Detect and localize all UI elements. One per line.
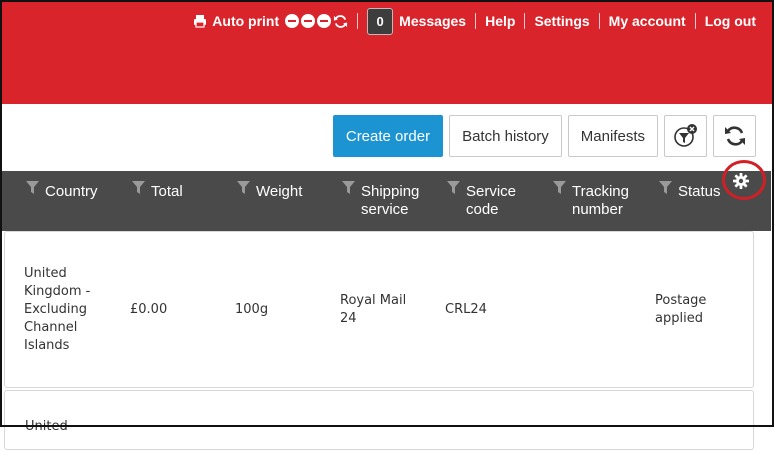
filter-icon[interactable] xyxy=(659,181,672,195)
filter-clear-icon xyxy=(673,124,697,147)
cell-service-code: CRL24 xyxy=(445,302,487,317)
column-header-weight[interactable]: Weight xyxy=(237,181,303,201)
my-account-link[interactable]: My account xyxy=(609,13,686,29)
column-label: Shipping service xyxy=(361,183,420,218)
clear-filters-button[interactable] xyxy=(664,115,707,157)
refresh-button[interactable] xyxy=(713,115,756,157)
batch-history-button[interactable]: Batch history xyxy=(449,115,562,157)
cell-shipping-service: Royal Mail 24 xyxy=(340,293,407,326)
cell-total: £0.00 xyxy=(130,302,168,317)
filter-icon[interactable] xyxy=(342,181,355,195)
cell-status: Postage applied xyxy=(655,293,707,326)
cell-country: United Kingdom - Excluding Channel Islan… xyxy=(24,266,91,353)
column-header-total[interactable]: Total xyxy=(132,181,183,201)
column-label: Tracking number xyxy=(572,183,629,218)
nav-divider xyxy=(357,13,359,29)
filter-icon[interactable] xyxy=(553,181,566,195)
filter-icon[interactable] xyxy=(237,181,250,195)
column-label: Status xyxy=(678,183,721,200)
messages-link[interactable]: Messages xyxy=(399,13,466,29)
column-label: Service code xyxy=(466,183,517,218)
log-out-link[interactable]: Log out xyxy=(705,13,756,29)
nav-divider xyxy=(694,13,696,29)
column-label: Country xyxy=(45,183,98,200)
messages-count-badge[interactable]: 0 xyxy=(367,7,394,35)
nav-divider xyxy=(598,13,600,29)
column-header-status[interactable]: Status xyxy=(659,181,721,201)
autoprint-decrease-icon[interactable] xyxy=(285,14,300,28)
column-label: Total xyxy=(151,183,183,200)
column-header-country[interactable]: Country xyxy=(26,181,98,201)
gear-icon[interactable] xyxy=(733,173,749,189)
printer-icon xyxy=(194,15,207,28)
cell-weight: 100g xyxy=(235,302,269,317)
table-row[interactable]: United xyxy=(4,390,754,450)
orders-table-header: Country Total Weight Shipping service Se… xyxy=(0,160,771,231)
manifests-button[interactable]: Manifests xyxy=(567,115,658,157)
autoprint-pause-icon[interactable] xyxy=(301,14,316,28)
refresh-icon xyxy=(724,126,745,146)
column-header-service-code[interactable]: Service code xyxy=(447,181,517,219)
column-header-tracking-number[interactable]: Tracking number xyxy=(553,181,629,219)
filter-icon[interactable] xyxy=(132,181,145,195)
autoprint-stop-icon[interactable] xyxy=(317,14,332,28)
autoprint-label: Auto print xyxy=(212,13,280,29)
nav-divider xyxy=(475,13,477,29)
table-row[interactable]: United Kingdom - Excluding Channel Islan… xyxy=(4,231,754,388)
filter-icon[interactable] xyxy=(26,181,39,195)
help-link[interactable]: Help xyxy=(485,13,515,29)
create-order-button[interactable]: Create order xyxy=(332,115,444,157)
top-navigation: Auto print 0 Messages Help Settings My a… xyxy=(193,7,756,35)
column-header-shipping-service[interactable]: Shipping service xyxy=(342,181,420,219)
column-label: Weight xyxy=(256,183,303,200)
settings-link[interactable]: Settings xyxy=(534,13,589,29)
filter-icon[interactable] xyxy=(447,181,460,195)
site-header: Auto print 0 Messages Help Settings My a… xyxy=(0,0,774,104)
nav-divider xyxy=(524,13,526,29)
order-toolbar: Create order Batch history Manifests xyxy=(332,115,756,157)
autoprint-control[interactable]: Auto print xyxy=(193,13,348,29)
autoprint-refresh-icon[interactable] xyxy=(333,14,348,29)
